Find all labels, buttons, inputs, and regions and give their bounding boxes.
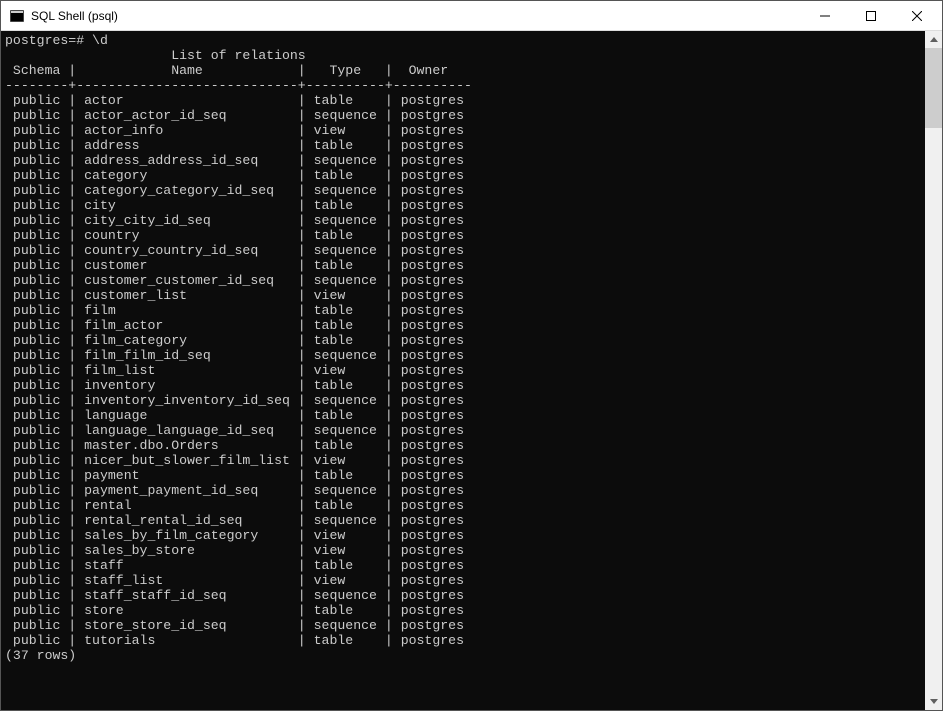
window-titlebar: SQL Shell (psql) (1, 1, 942, 31)
scroll-thumb[interactable] (925, 48, 942, 128)
scroll-up-button[interactable] (925, 31, 942, 48)
vertical-scrollbar[interactable] (925, 31, 942, 710)
terminal-icon (9, 8, 25, 24)
maximize-button[interactable] (848, 1, 894, 30)
minimize-button[interactable] (802, 1, 848, 30)
close-button[interactable] (894, 1, 940, 30)
window-title: SQL Shell (psql) (31, 9, 802, 23)
scroll-down-button[interactable] (925, 693, 942, 710)
terminal-area: postgres=# \d List of relations Schema |… (1, 31, 942, 710)
window-controls (802, 1, 940, 30)
terminal-output[interactable]: postgres=# \d List of relations Schema |… (1, 31, 925, 710)
